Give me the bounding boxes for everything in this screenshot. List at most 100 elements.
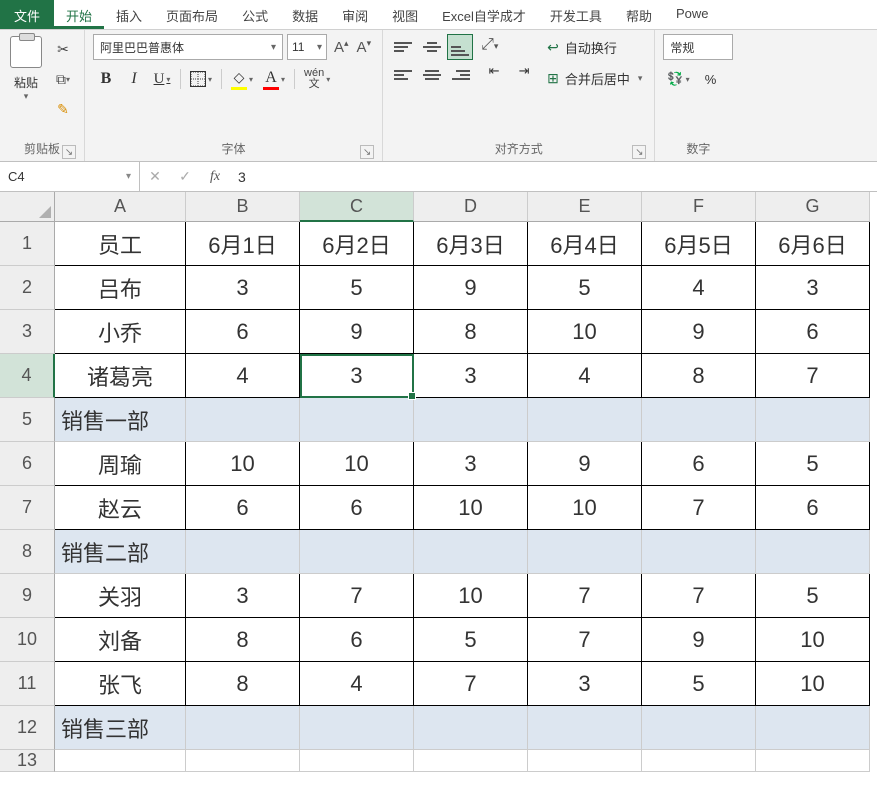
format-painter-button[interactable]: ✎ <box>50 96 76 122</box>
align-top-button[interactable] <box>391 34 417 60</box>
copy-button[interactable]: ⧉▾ <box>50 66 76 92</box>
cell-C8[interactable] <box>300 530 414 574</box>
font-launcher[interactable]: ↘ <box>360 145 374 159</box>
col-header-D[interactable]: D <box>414 192 528 222</box>
row-header-10[interactable]: 10 <box>0 618 55 662</box>
orientation-button[interactable]: ⤢▾ <box>481 36 537 54</box>
cell-C9[interactable]: 7 <box>300 574 414 618</box>
cell-G4[interactable]: 7 <box>756 354 870 398</box>
cell-E4[interactable]: 4 <box>528 354 642 398</box>
row-header-13[interactable]: 13 <box>0 750 55 772</box>
row-header-6[interactable]: 6 <box>0 442 55 486</box>
cell-E12[interactable] <box>528 706 642 750</box>
cell-C7[interactable]: 6 <box>300 486 414 530</box>
row-header-3[interactable]: 3 <box>0 310 55 354</box>
cell-C4[interactable]: 3 <box>300 354 414 398</box>
cell-B10[interactable]: 8 <box>186 618 300 662</box>
cell-F11[interactable]: 5 <box>642 662 756 706</box>
cell-G11[interactable]: 10 <box>756 662 870 706</box>
row-header-4[interactable]: 4 <box>0 354 55 398</box>
alignment-launcher[interactable]: ↘ <box>632 145 646 159</box>
cell-A10[interactable]: 刘备 <box>55 618 186 662</box>
decrease-indent-button[interactable]: ⇤ <box>481 58 507 84</box>
row-header-2[interactable]: 2 <box>0 266 55 310</box>
font-color-button[interactable]: A ▾ <box>259 66 289 92</box>
cell-F1[interactable]: 6月5日 <box>642 222 756 266</box>
cell-D1[interactable]: 6月3日 <box>414 222 528 266</box>
cell-B13[interactable] <box>186 750 300 772</box>
font-size-select[interactable]: 11 ▾ <box>287 34 327 60</box>
cell-B5[interactable] <box>186 398 300 442</box>
tab-insert[interactable]: 插入 <box>104 0 154 29</box>
shrink-font-button[interactable]: A▾ <box>354 36 375 58</box>
cell-G8[interactable] <box>756 530 870 574</box>
cell-F13[interactable] <box>642 750 756 772</box>
cell-C10[interactable]: 6 <box>300 618 414 662</box>
cell-A3[interactable]: 小乔 <box>55 310 186 354</box>
cell-E9[interactable]: 7 <box>528 574 642 618</box>
tab-power[interactable]: Powe <box>664 0 721 29</box>
row-header-1[interactable]: 1 <box>0 222 55 266</box>
col-header-B[interactable]: B <box>186 192 300 222</box>
cell-B2[interactable]: 3 <box>186 266 300 310</box>
merge-center-button[interactable]: ⊞ 合并后居中 ▾ <box>543 67 646 90</box>
phonetic-button[interactable]: wén文 ▾ <box>300 66 334 92</box>
cell-D7[interactable]: 10 <box>414 486 528 530</box>
align-middle-button[interactable] <box>419 34 445 60</box>
cell-D9[interactable]: 10 <box>414 574 528 618</box>
cell-D4[interactable]: 3 <box>414 354 528 398</box>
cell-B3[interactable]: 6 <box>186 310 300 354</box>
cell-A11[interactable]: 张飞 <box>55 662 186 706</box>
tab-data[interactable]: 数据 <box>280 0 330 29</box>
align-right-button[interactable] <box>447 62 473 88</box>
border-button[interactable]: ▾ <box>186 66 216 92</box>
select-all-button[interactable] <box>0 192 55 222</box>
cell-F6[interactable]: 6 <box>642 442 756 486</box>
tab-file[interactable]: 文件 <box>0 0 54 29</box>
tab-page-layout[interactable]: 页面布局 <box>154 0 230 29</box>
cell-F10[interactable]: 9 <box>642 618 756 662</box>
cell-E3[interactable]: 10 <box>528 310 642 354</box>
cell-B7[interactable]: 6 <box>186 486 300 530</box>
cell-C6[interactable]: 10 <box>300 442 414 486</box>
cell-E8[interactable] <box>528 530 642 574</box>
cell-G3[interactable]: 6 <box>756 310 870 354</box>
cell-E7[interactable]: 10 <box>528 486 642 530</box>
row-header-11[interactable]: 11 <box>0 662 55 706</box>
cell-F8[interactable] <box>642 530 756 574</box>
align-bottom-button[interactable] <box>447 34 473 60</box>
cell-E2[interactable]: 5 <box>528 266 642 310</box>
row-header-8[interactable]: 8 <box>0 530 55 574</box>
row-header-5[interactable]: 5 <box>0 398 55 442</box>
cell-A4[interactable]: 诸葛亮 <box>55 354 186 398</box>
tab-excel-self[interactable]: Excel自学成才 <box>430 0 538 29</box>
cell-A12[interactable]: 销售三部 <box>55 706 186 750</box>
cell-G12[interactable] <box>756 706 870 750</box>
cell-B6[interactable]: 10 <box>186 442 300 486</box>
italic-button[interactable]: I <box>121 66 147 92</box>
formula-input[interactable]: 3 <box>230 169 877 185</box>
cell-A8[interactable]: 销售二部 <box>55 530 186 574</box>
cell-F3[interactable]: 9 <box>642 310 756 354</box>
tab-view[interactable]: 视图 <box>380 0 430 29</box>
row-header-7[interactable]: 7 <box>0 486 55 530</box>
cell-D10[interactable]: 5 <box>414 618 528 662</box>
cell-C2[interactable]: 5 <box>300 266 414 310</box>
align-left-button[interactable] <box>391 62 417 88</box>
col-header-A[interactable]: A <box>55 192 186 222</box>
cell-F4[interactable]: 8 <box>642 354 756 398</box>
number-format-select[interactable]: 常规 <box>663 34 733 60</box>
tab-formulas[interactable]: 公式 <box>230 0 280 29</box>
cell-A9[interactable]: 关羽 <box>55 574 186 618</box>
cell-D13[interactable] <box>414 750 528 772</box>
cell-F2[interactable]: 4 <box>642 266 756 310</box>
cell-B9[interactable]: 3 <box>186 574 300 618</box>
cell-E11[interactable]: 3 <box>528 662 642 706</box>
cell-F7[interactable]: 7 <box>642 486 756 530</box>
font-name-select[interactable]: 阿里巴巴普惠体 ▾ <box>93 34 283 60</box>
cell-A6[interactable]: 周瑜 <box>55 442 186 486</box>
col-header-E[interactable]: E <box>528 192 642 222</box>
underline-button[interactable]: U▾ <box>149 66 175 92</box>
cut-button[interactable]: ✂ <box>50 36 76 62</box>
cell-A5[interactable]: 销售一部 <box>55 398 186 442</box>
